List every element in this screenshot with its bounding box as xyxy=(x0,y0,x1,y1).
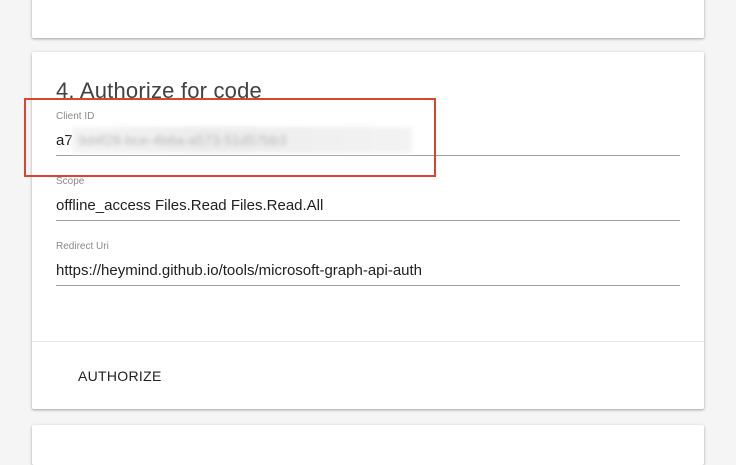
next-step-card xyxy=(32,425,704,465)
scope-label: Scope xyxy=(56,176,85,187)
client-id-field: Client ID 9d4f28-bce-4b6a-a573-51d57bb3 xyxy=(56,111,680,163)
scope-field: Scope xyxy=(56,176,680,228)
authorize-card: 4. Authorize for code Client ID 9d4f28-b… xyxy=(32,52,704,409)
redirect-uri-field: Redirect Uri xyxy=(56,241,680,293)
client-id-label: Client ID xyxy=(56,111,95,122)
authorize-button[interactable]: AUTHORIZE xyxy=(64,358,176,394)
redacted-client-id: 9d4f28-bce-4b6a-a573-51d57bb3 xyxy=(72,127,412,153)
redirect-uri-input[interactable] xyxy=(56,256,680,286)
scope-input[interactable] xyxy=(56,191,680,221)
redirect-uri-label: Redirect Uri xyxy=(56,241,109,252)
card-actions: AUTHORIZE xyxy=(32,342,704,409)
previous-step-card xyxy=(32,0,704,38)
card-title: 4. Authorize for code xyxy=(56,78,262,103)
